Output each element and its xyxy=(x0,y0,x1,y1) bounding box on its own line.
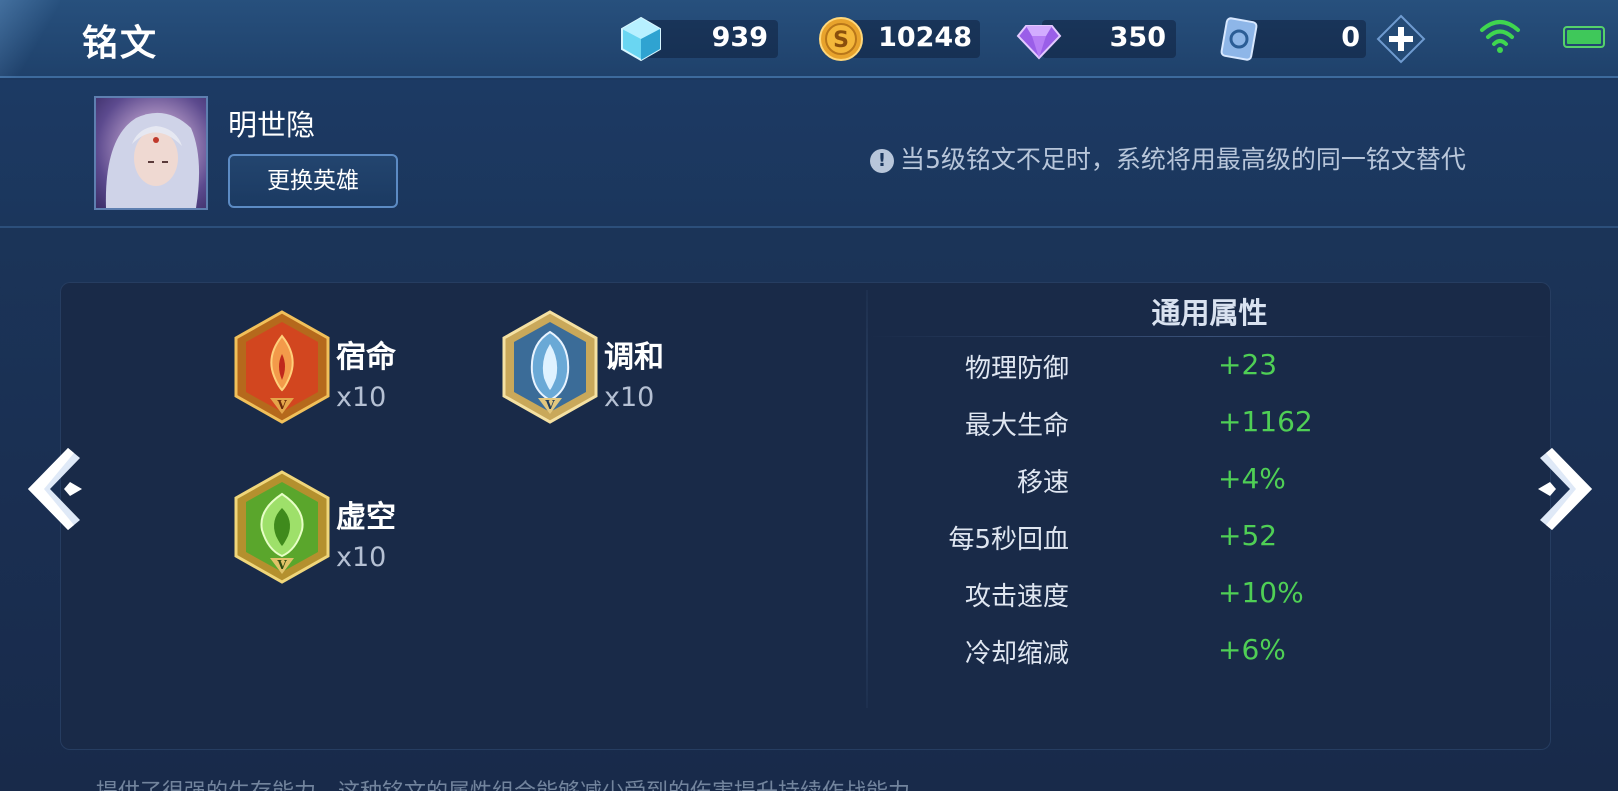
attribute-value: +6% xyxy=(1218,633,1286,666)
currency-gold: S 10248 xyxy=(818,16,980,62)
notice-text: 当5级铭文不足时，系统将用最高级的同一铭文替代 xyxy=(900,145,1466,174)
hero-avatar[interactable] xyxy=(94,96,208,210)
rune-item-void[interactable]: V 虚空 x10 xyxy=(232,470,492,590)
svg-text:V: V xyxy=(276,398,287,412)
attribute-value: +23 xyxy=(1218,348,1278,381)
rune-name: 虚空 xyxy=(336,500,396,535)
rune-name: 宿命 xyxy=(336,340,396,375)
svg-text:S: S xyxy=(833,28,849,53)
chevron-left-icon[interactable] xyxy=(24,444,86,534)
attribute-label: 攻击速度 xyxy=(964,582,1069,612)
chevron-right-icon[interactable] xyxy=(1534,444,1596,534)
currency-ticket: 0 xyxy=(1216,16,1366,62)
diamond-count: 350 xyxy=(1109,22,1166,53)
hero-portrait-icon xyxy=(105,112,200,208)
attribute-value: +4% xyxy=(1218,462,1286,495)
header-decoration xyxy=(0,0,60,78)
diamond-icon xyxy=(1016,25,1062,60)
attribute-label: 移速 xyxy=(1016,468,1069,498)
attribute-label: 每5秒回血 xyxy=(948,525,1069,555)
attribute-value: +10% xyxy=(1218,576,1304,609)
rune-item-fate[interactable]: V 宿命 x10 xyxy=(232,310,492,430)
plus-icon[interactable] xyxy=(1376,14,1426,64)
attribute-row: 物理防御 +23 xyxy=(868,348,1551,388)
attribute-label: 物理防御 xyxy=(964,354,1069,384)
attribute-label: 最大生命 xyxy=(964,411,1069,441)
page-title: 铭文 xyxy=(82,23,159,64)
gold-count: 10248 xyxy=(878,22,972,53)
rune-red-icon: V xyxy=(234,310,330,424)
svg-text:V: V xyxy=(544,398,555,412)
rune-count: x10 xyxy=(336,382,387,413)
attribute-value: +1162 xyxy=(1218,405,1313,438)
attribute-row: 冷却缩减 +6% xyxy=(868,633,1551,673)
svg-text:V: V xyxy=(276,558,287,572)
rune-count: x10 xyxy=(336,542,387,573)
top-bar: 铭文 939 S 10248 350 0 xyxy=(0,0,1618,78)
attribute-value: +52 xyxy=(1218,519,1278,552)
notice: ! 当5级铭文不足时，系统将用最高级的同一铭文替代 xyxy=(870,140,1466,176)
attribute-row: 移速 +4% xyxy=(868,462,1551,502)
attributes-title: 通用属性 xyxy=(1151,296,1268,330)
attribute-label: 冷却缩减 xyxy=(964,639,1069,669)
rune-name: 调和 xyxy=(604,340,664,375)
rune-item-harmony[interactable]: V 调和 x10 xyxy=(500,310,760,430)
rune-blue-icon: V xyxy=(502,310,598,424)
battery-icon xyxy=(1563,26,1605,48)
gold-coin-icon: S xyxy=(819,17,863,61)
rune-green-icon: V xyxy=(234,470,330,584)
currency-diamond: 350 xyxy=(1016,16,1176,62)
attributes-title-divider xyxy=(868,336,1551,337)
battery-level-fill xyxy=(1567,30,1601,44)
rune-count: x10 xyxy=(604,382,655,413)
exclamation-icon: ! xyxy=(870,149,894,173)
change-hero-button[interactable]: 更换英雄 xyxy=(228,154,398,208)
hero-row: 明世隐 更换英雄 ! 当5级铭文不足时，系统将用最高级的同一铭文替代 xyxy=(0,80,1618,228)
currency-crystal: 939 xyxy=(618,16,778,62)
footer-description: 提供了很强的生存能力，这种铭文的属性组合能够减少受到的伤害提升持续作战能力 xyxy=(96,774,910,791)
ticket-count: 0 xyxy=(1341,22,1360,53)
hero-name: 明世隐 xyxy=(228,108,316,142)
attribute-row: 每5秒回血 +52 xyxy=(868,519,1551,559)
crystal-count: 939 xyxy=(711,22,768,53)
crystal-icon xyxy=(621,16,661,62)
wifi-icon xyxy=(1480,20,1520,53)
attribute-row: 攻击速度 +10% xyxy=(868,576,1551,616)
attribute-row: 最大生命 +1162 xyxy=(868,405,1551,445)
ticket-icon xyxy=(1220,17,1258,61)
